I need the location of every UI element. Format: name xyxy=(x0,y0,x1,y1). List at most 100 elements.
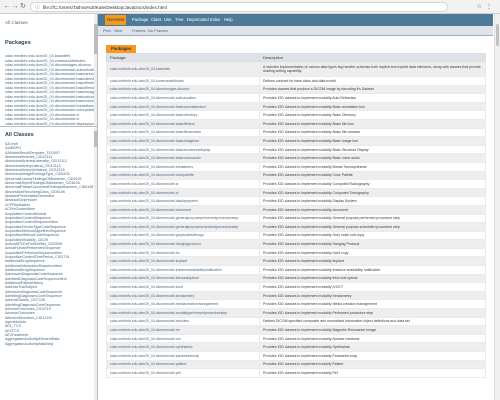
menu-icon[interactable]: ⋮ xyxy=(486,4,496,10)
nav-help[interactable]: Help xyxy=(224,17,233,22)
table-row: cdac.medinfo.edu.dcm20_04.dicommodel.imp… xyxy=(106,256,486,267)
package-name-link[interactable]: cdac.medinfo.edu.dcm20_04.dicommodel.mr xyxy=(106,325,260,335)
top-nav-bar: Overview Package Class Use Tree Deprecat… xyxy=(98,14,493,26)
package-description: Provides IOD classes to implement modali… xyxy=(259,204,486,215)
package-name-link[interactable]: cdac.medinfo.edu.dcm20_04.basedefs xyxy=(106,61,260,77)
reload-icon[interactable]: ↻ xyxy=(19,3,27,11)
table-row: cdac.medinfo.edu.dcm20_04.dicommodel.gen… xyxy=(106,213,486,224)
table-row: cdac.medinfo.edu.dcm20_04.dicommodel.ivo… xyxy=(106,282,486,292)
package-description: Defines DICOM specified composite and no… xyxy=(259,316,486,327)
package-link[interactable]: cdac.medinfo.edu.dcm20_04.dicommodel.col… xyxy=(5,108,95,113)
package-name-link[interactable]: cdac.medinfo.edu.dcm20_04.dicommodel.mod… xyxy=(106,308,260,318)
package-name-link[interactable]: cdac.medinfo.edu.dcm20_04.dicommodel.doc… xyxy=(106,204,260,215)
table-row: cdac.medinfo.edu.dcm20_04.dicommodel.nm P… xyxy=(106,333,486,344)
package-link[interactable]: cdac.medinfo.edu.dcm20_04.dicommodel.bas… xyxy=(5,99,95,104)
package-name-link[interactable]: cdac.medinfo.edu.dcm20_04.dicommodel.dis… xyxy=(106,196,260,206)
package-name-link[interactable]: cdac.medinfo.edu.dcm20_04.dicommodel.int… xyxy=(106,273,260,284)
package-description: Provides IOD classes to implement modali… xyxy=(259,299,486,310)
table-row: cdac.medinfo.edu.dcm20_04.dicommodel.han… xyxy=(106,239,486,249)
package-link[interactable]: cdac.medinfo.edu.dcm20_04.dicommodel.bas… xyxy=(5,81,95,86)
package-name-link[interactable]: cdac.medinfo.edu.dcm20_04.dicommodel.ivo… xyxy=(106,282,260,292)
no-frames-link[interactable]: No Frames xyxy=(148,28,168,33)
package-name-link[interactable]: cdac.medinfo.edu.dcm20_04.dicommodel.mod… xyxy=(106,316,260,327)
url-text[interactable]: file:///C:/Users/Tathva%20Kale/Desktop/J… xyxy=(43,5,167,10)
package-name-link[interactable]: cdac.medinfo.edu.dcm20_04.dicommodel.ct xyxy=(106,187,260,198)
address-bar[interactable]: ⓘ file:///C:/Users/Tathva%20Kale/Desktop… xyxy=(30,2,448,12)
table-row: cdac.medinfo.edu.dcm20_04.dicommodel.ct P… xyxy=(106,187,486,198)
package-name-link[interactable]: cdac.medinfo.edu.dcm20_04.dicommodel.bas… xyxy=(106,118,260,129)
file-icon: ⓘ xyxy=(35,5,41,11)
packages-caption: Packages xyxy=(106,45,137,53)
packages-scrollbar[interactable] xyxy=(94,14,97,126)
back-icon[interactable]: ← xyxy=(3,3,11,11)
column-header-package: Package xyxy=(106,53,260,62)
package-name-link[interactable]: cdac.medinfo.edu.dcm20_04.dicommodel.ker… xyxy=(106,290,260,301)
next-link[interactable]: Next xyxy=(114,28,122,33)
package-description: Provides IOD classes to implement modali… xyxy=(259,247,486,258)
package-name-link[interactable]: cdac.medinfo.edu.dcm20_04.dicommodel.med… xyxy=(106,299,260,310)
package-description: Provides IOD classes to implement modali… xyxy=(259,179,486,189)
table-row: cdac.medinfo.edu.dcm20_04.dicommodel.dis… xyxy=(106,196,486,206)
package-description: Provides IOD classes to implement modali… xyxy=(259,136,486,146)
package-name-link[interactable]: cdac.medinfo.edu.dcm20_04.dicommodel.imp… xyxy=(106,256,260,267)
package-name-link[interactable]: cdac.medinfo.edu.dcm20_04.dicommodel.gra… xyxy=(106,230,260,241)
package-name-link[interactable]: cdac.medinfo.edu.dcm20_04.dicommodel.bas… xyxy=(106,110,260,120)
package-name-link[interactable]: cdac.medinfo.edu.dcm20_04.dicommodel.bas… xyxy=(106,101,260,112)
package-description: Provides IOD classes to implement modali… xyxy=(259,93,486,103)
package-name-link[interactable]: cdac.medinfo.edu.dcm20_04.dicommodel.hc xyxy=(106,247,260,258)
package-name-link[interactable]: cdac.medinfo.edu.dcm20_04.commonattribut… xyxy=(106,76,260,86)
nav-class[interactable]: Class xyxy=(151,17,161,22)
package-description: Provides IOD classes to implement modali… xyxy=(259,368,486,378)
class-link[interactable]: AggregationAuthorityMatching xyxy=(5,342,93,346)
frames-link[interactable]: Frames xyxy=(132,28,146,33)
table-row: cdac.medinfo.edu.dcm20_04.dicommodel.ins… xyxy=(106,265,486,275)
main-scrollbar[interactable] xyxy=(494,14,500,400)
class-list: A2Level A2dB0PO AAMatrixResultTemplate_TID… xyxy=(5,142,93,346)
package-link[interactable]: cdac.medinfo.edu.dcm20_04.dicommodel.bas… xyxy=(5,90,95,95)
package-name-link[interactable]: cdac.medinfo.edu.dcm20_04.dicommodel.bas… xyxy=(106,144,260,155)
package-name-link[interactable]: cdac.medinfo.edu.dcm20_04.dicommodel.aut… xyxy=(106,93,260,103)
package-name-link[interactable]: cdac.medinfo.edu.dcm20_04.dicommodel.cr xyxy=(106,179,260,189)
package-name-link[interactable]: cdac.medinfo.edu.dcm20_04.dicommodel.pat… xyxy=(106,359,260,370)
package-name-link[interactable]: cdac.medinfo.edu.dcm20_04.dicommodel.gen… xyxy=(106,213,260,224)
nav-tree[interactable]: Tree xyxy=(175,17,183,22)
package-name-link[interactable]: cdac.medinfo.edu.dcm20_04.dicommodel.bas… xyxy=(106,136,260,146)
table-row: cdac.medinfo.edu.dcm20_04.dicommodel.par… xyxy=(106,351,486,361)
package-name-link[interactable]: cdac.medinfo.edu.dcm20_04.dicomimages.di… xyxy=(106,84,260,95)
package-name-link[interactable]: cdac.medinfo.edu.dcm20_04.dicommodel.gen… xyxy=(106,222,260,232)
nav-use[interactable]: Use xyxy=(164,17,171,22)
forward-icon[interactable]: → xyxy=(11,3,19,11)
nav-index[interactable]: Index xyxy=(210,17,220,22)
package-name-link[interactable]: cdac.medinfo.edu.dcm20_04.dicommodel.oph… xyxy=(106,342,260,352)
sub-nav-bar: Prev Next Frames No Frames xyxy=(98,26,493,36)
package-name-link[interactable]: cdac.medinfo.edu.dcm20_04.dicommodel.par… xyxy=(106,351,260,361)
package-name-link[interactable]: cdac.medinfo.edu.dcm20_04.dicommodel.nm xyxy=(106,333,260,344)
package-description: Provides IOD classes to implement modali… xyxy=(259,161,486,172)
package-name-link[interactable]: cdac.medinfo.edu.dcm20_04.dicommodel.bas… xyxy=(106,127,260,138)
package-link[interactable]: cdac.medinfo.edu.dcm20_04.dicomimages.di… xyxy=(5,63,95,68)
package-name-link[interactable]: cdac.medinfo.edu.dcm20_04.dicommodel.bre… xyxy=(106,161,260,172)
package-name-link[interactable]: cdac.medinfo.edu.dcm20_04.dicommodel.pet xyxy=(106,368,260,378)
package-description: Provides IOD classes to implement modali… xyxy=(259,342,486,352)
nav-overview[interactable]: Overview xyxy=(105,15,127,25)
package-description: Provides IOD classes to implement modali… xyxy=(259,359,486,370)
star-icon[interactable]: ☆ xyxy=(477,4,486,10)
prev-link[interactable]: Prev xyxy=(103,28,111,33)
package-name-link[interactable]: cdac.medinfo.edu.dcm20_04.dicommodel.bas… xyxy=(106,153,260,163)
nav-deprecated[interactable]: Deprecated xyxy=(187,17,209,22)
all-classes-link[interactable]: All Classes xyxy=(5,20,28,25)
nav-package[interactable]: Package xyxy=(132,17,148,22)
package-name-link[interactable]: cdac.medinfo.edu.dcm20_04.dicommodel.han… xyxy=(106,239,260,249)
browser-menu-icons[interactable]: ☆⋮ xyxy=(477,3,496,10)
table-row: cdac.medinfo.edu.dcm20_04.dicommodel.pat… xyxy=(106,359,486,370)
package-name-link[interactable]: cdac.medinfo.edu.dcm20_04.dicommodel.ins… xyxy=(106,265,260,275)
table-row: cdac.medinfo.edu.dcm20_04.dicommodel.col… xyxy=(106,170,486,181)
package-link[interactable]: cdac.medinfo.edu.dcm20_04.dicommodel.bas… xyxy=(5,72,95,77)
package-description: Provides IOD classes to implement modali… xyxy=(259,308,486,318)
package-description: Provides IOD classes to implement modali… xyxy=(259,290,486,301)
package-description: Provides IOD classes to implement modali… xyxy=(259,101,486,112)
classes-scrollbar[interactable] xyxy=(94,127,97,400)
table-row: cdac.medinfo.edu.dcm20_04.dicommodel.ker… xyxy=(106,290,486,301)
table-row: cdac.medinfo.edu.dcm20_04.dicommodel.bas… xyxy=(106,127,486,138)
package-name-link[interactable]: cdac.medinfo.edu.dcm20_04.dicommodel.col… xyxy=(106,170,260,181)
